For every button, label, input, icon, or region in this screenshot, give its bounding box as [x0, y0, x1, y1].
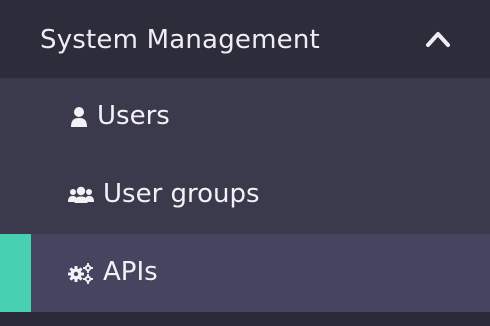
menu-item-apis[interactable]: APIs — [0, 234, 490, 312]
menu-item-label: Users — [97, 101, 170, 131]
sidebar-nav: System Management Users User groups APIs — [0, 0, 490, 326]
sidebar-divider — [0, 312, 490, 326]
menu-item-label: APIs — [103, 257, 158, 287]
menu-item-user-groups[interactable]: User groups — [0, 156, 490, 234]
cogs-icon — [68, 263, 93, 284]
user-icon — [71, 107, 87, 127]
system-management-submenu: Users User groups APIs — [0, 78, 490, 312]
section-title: System Management — [40, 25, 320, 55]
active-indicator — [0, 234, 31, 312]
system-management-header[interactable]: System Management — [0, 0, 490, 78]
users-icon — [68, 186, 94, 203]
chevron-up-icon[interactable] — [424, 27, 452, 51]
menu-item-label: User groups — [103, 179, 260, 209]
menu-item-users[interactable]: Users — [0, 78, 490, 156]
